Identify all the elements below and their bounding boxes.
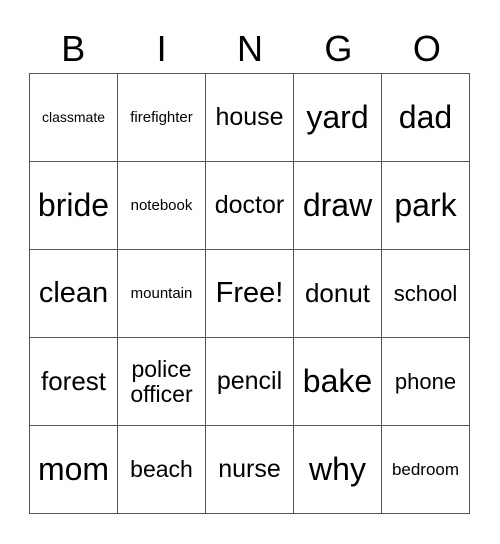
bingo-cell[interactable]: pencil xyxy=(205,337,294,426)
bingo-cell[interactable]: firefighter xyxy=(117,73,206,162)
bingo-cell[interactable]: police officer xyxy=(117,337,206,426)
bingo-card: classmate firefighter house yard dad bride not… xyxy=(29,73,470,514)
bingo-row: bride notebook doctor draw park xyxy=(29,161,470,250)
bingo-row: clean mountain Free! donut school xyxy=(29,249,470,338)
bingo-cell[interactable]: school xyxy=(381,249,470,338)
bingo-cell[interactable]: mountain xyxy=(117,249,206,338)
bingo-cell[interactable]: park xyxy=(381,161,470,250)
bingo-cell[interactable]: forest xyxy=(29,337,118,426)
bingo-cell[interactable]: bake xyxy=(293,337,382,426)
bingo-cell[interactable]: phone xyxy=(381,337,470,426)
bingo-cell[interactable]: nurse xyxy=(205,425,294,514)
bingo-cell[interactable]: dad xyxy=(381,73,470,162)
bingo-cell[interactable]: classmate xyxy=(29,73,118,162)
bingo-cell[interactable]: Free! xyxy=(205,249,294,338)
bingo-cell[interactable]: yard xyxy=(293,73,382,162)
bingo-cell[interactable]: donut xyxy=(293,249,382,338)
bingo-row: mom beach nurse why bedroom xyxy=(29,425,470,514)
bingo-cell[interactable]: notebook xyxy=(117,161,206,250)
header-letter: G xyxy=(324,28,353,69)
bingo-cell[interactable]: house xyxy=(205,73,294,162)
header-letter: N xyxy=(237,28,264,69)
bingo-cell[interactable]: why xyxy=(293,425,382,514)
bingo-cell[interactable]: clean xyxy=(29,249,118,338)
bingo-row: classmate firefighter house yard dad xyxy=(29,73,470,162)
header-letter: I xyxy=(156,28,167,69)
header-letter: B xyxy=(61,28,86,69)
bingo-cell[interactable]: bedroom xyxy=(381,425,470,514)
bingo-cell[interactable]: doctor xyxy=(205,161,294,250)
header-letter: O xyxy=(412,28,441,69)
bingo-cell[interactable]: draw xyxy=(293,161,382,250)
bingo-cell[interactable]: bride xyxy=(29,161,118,250)
bingo-cell[interactable]: mom xyxy=(29,425,118,514)
bingo-cell[interactable]: beach xyxy=(117,425,206,514)
bingo-header: B I N G O xyxy=(29,26,471,72)
bingo-row: forest police officer pencil bake phone xyxy=(29,337,470,426)
